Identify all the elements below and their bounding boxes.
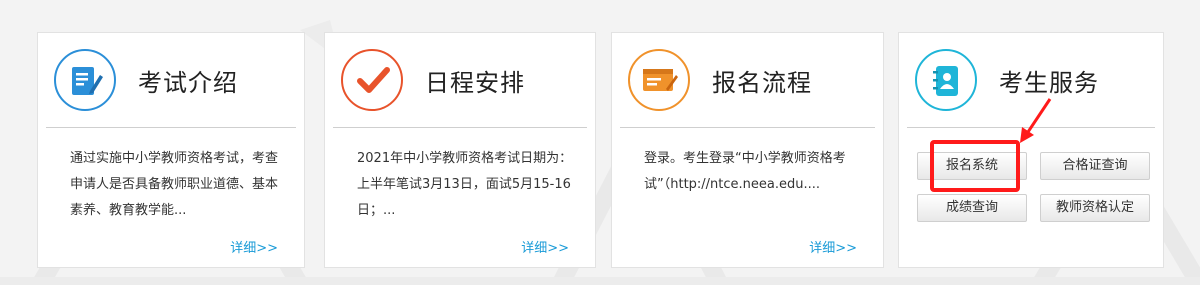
web-form-icon: [643, 69, 678, 91]
bottom-strip: [0, 277, 1200, 285]
teacher-qualification-button[interactable]: 教师资格认定: [1040, 194, 1150, 222]
card-title: 日程安排: [425, 69, 525, 97]
exam-intro-icon-circle: [54, 49, 116, 111]
card-header: 日程安排: [325, 33, 595, 128]
divider: [620, 127, 875, 128]
more-link[interactable]: 详细>>: [230, 237, 278, 256]
card-title: 考生服务: [999, 69, 1099, 97]
services-icon-circle: [915, 49, 977, 111]
card-registration-process: 报名流程 登录。考生登录“中小学教师资格考试”（http://ntce.neea…: [611, 32, 884, 268]
card-exam-intro: 考试介绍 通过实施中小学教师资格考试，考查申请人是否具备教师职业道德、基本素养、…: [37, 32, 305, 268]
checkmark-icon: [357, 67, 390, 93]
score-query-button[interactable]: 成绩查询: [917, 194, 1027, 222]
card-header: 考试介绍: [38, 33, 304, 128]
schedule-icon-circle: [341, 49, 403, 111]
more-link[interactable]: 详细>>: [809, 237, 857, 256]
card-header: 报名流程: [612, 33, 883, 128]
registration-icon-circle: [628, 49, 690, 111]
card-schedule: 日程安排 2021年中小学教师资格考试日期为：上半年笔试3月13日，面试5月15…: [324, 32, 596, 268]
document-edit-icon: [72, 67, 103, 95]
more-link[interactable]: 详细>>: [521, 237, 569, 256]
card-description: 2021年中小学教师资格考试日期为：上半年笔试3月13日，面试5月15-16日；…: [357, 151, 573, 218]
divider: [333, 127, 587, 128]
registration-system-button[interactable]: 报名系统: [917, 152, 1027, 180]
card-title: 报名流程: [712, 69, 812, 97]
divider: [907, 127, 1155, 128]
card-description: 通过实施中小学教师资格考试，考查申请人是否具备教师职业道德、基本素养、教育教学能…: [70, 151, 279, 218]
card-header: 考生服务: [899, 33, 1163, 128]
certificate-query-button[interactable]: 合格证查询: [1040, 152, 1150, 180]
card-description: 登录。考生登录“中小学教师资格考试”（http://ntce.neea.edu.…: [644, 151, 846, 192]
card-candidate-services: 考生服务: [898, 32, 1164, 268]
card-title: 考试介绍: [138, 69, 238, 97]
divider: [46, 127, 296, 128]
address-book-icon: [933, 66, 958, 96]
